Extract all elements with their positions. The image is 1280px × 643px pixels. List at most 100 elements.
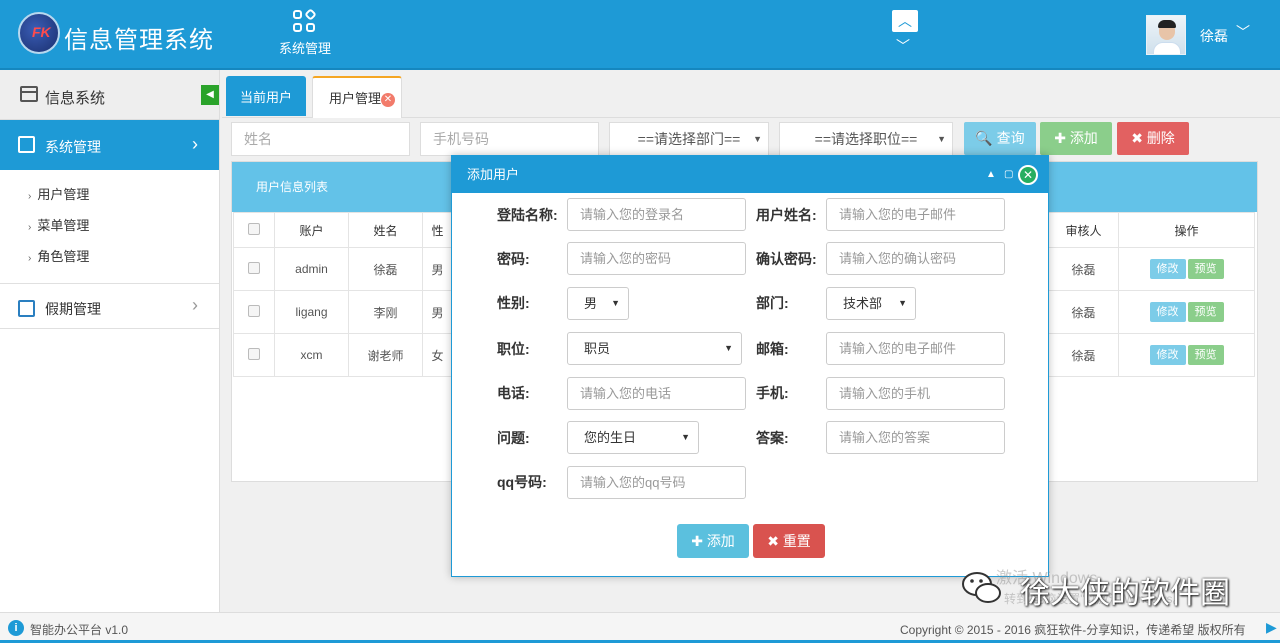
top-header: FK 信息管理系统 系统管理 ︿ ﹀ 徐磊 ﹀: [0, 0, 1280, 70]
top-nav-system[interactable]: 系统管理: [270, 8, 340, 57]
close-icon[interactable]: ✕: [381, 93, 395, 107]
edit-button[interactable]: 修改: [1149, 345, 1186, 365]
top-nav-label: 系统管理: [278, 41, 331, 56]
question-select[interactable]: 您的生日 ▼: [567, 421, 699, 454]
position-label: 职位:: [497, 341, 530, 357]
answer-field[interactable]: 请输入您的答案: [826, 421, 1005, 454]
brand-watermark: 徐大侠的软件圈: [1020, 577, 1230, 610]
caret-right-icon[interactable]: ▶: [1266, 619, 1277, 636]
qq-label: qq号码:: [497, 474, 547, 490]
cell-account: xcm: [274, 333, 349, 377]
chevron-up-icon[interactable]: ︿: [892, 10, 918, 32]
name-search-input[interactable]: 姓名: [231, 122, 410, 156]
preview-button[interactable]: 预览: [1187, 302, 1224, 322]
position-select[interactable]: ==请选择职位== ▼: [779, 122, 953, 156]
preview-button[interactable]: 预览: [1187, 259, 1224, 279]
gender-label: 性别:: [497, 295, 530, 311]
row-checkbox[interactable]: [233, 290, 275, 334]
plus-icon: ✚: [691, 533, 703, 549]
sidebar-item-users[interactable]: › 用户管理: [0, 182, 219, 213]
dialog-add-label: 添加: [706, 533, 735, 549]
tab-current-user[interactable]: 当前用户: [226, 76, 306, 116]
edit-icon: [18, 300, 35, 317]
sidebar-item-label: 假期管理: [45, 301, 101, 317]
select-value: ==请选择职位==: [814, 131, 918, 147]
question-label: 问题:: [497, 430, 530, 446]
department-select[interactable]: ==请选择部门== ▼: [609, 122, 769, 156]
copyright-text: Copyright © 2015 - 2016 疯狂软件-分享知识，传递希望 版…: [900, 623, 1246, 637]
add-button[interactable]: ✚ 添加: [1040, 122, 1112, 155]
cell-name: 李刚: [348, 290, 423, 334]
email-field[interactable]: 请输入您的电子邮件: [826, 332, 1005, 365]
sidebar-toggle-icon[interactable]: ◀: [201, 85, 219, 105]
tab-user-management[interactable]: 用户管理 ✕: [312, 76, 402, 118]
info-icon: i: [8, 620, 24, 636]
app-logo: FK: [18, 12, 60, 54]
login-label: 登陆名称:: [497, 207, 558, 223]
phone-label: 电话:: [497, 385, 530, 401]
sub-item-label: 用户管理: [37, 187, 90, 202]
query-label: 查询: [996, 130, 1025, 146]
department-field-select[interactable]: 技术部 ▼: [826, 287, 916, 320]
chevron-down-icon[interactable]: ﹀: [896, 36, 910, 56]
select-value: 技术部: [843, 296, 883, 311]
select-value: 职员: [584, 341, 611, 356]
realname-field[interactable]: 请输入您的电子邮件: [826, 198, 1005, 231]
tab-bar: 当前用户 用户管理 ✕: [222, 70, 1280, 118]
delete-button[interactable]: ✖ 删除: [1117, 122, 1189, 155]
sidebar: 信息系统 ◀ 系统管理 › › 用户管理 › 菜单管理 › 角色管理 假期管理 ›: [0, 70, 220, 612]
grid-icon: [293, 8, 317, 34]
query-button[interactable]: 🔍 查询: [964, 122, 1036, 155]
cell-actions: 修改 预览: [1118, 333, 1255, 377]
edit-button[interactable]: 修改: [1149, 302, 1186, 322]
sub-item-label: 菜单管理: [37, 218, 90, 233]
select-value: 您的生日: [584, 430, 637, 445]
qq-field[interactable]: 请输入您的qq号码: [567, 466, 746, 499]
cell-account: ligang: [274, 290, 349, 334]
minimize-icon[interactable]: ▲: [986, 156, 996, 193]
edit-button[interactable]: 修改: [1149, 259, 1186, 279]
cell-name: 谢老师: [348, 333, 423, 377]
login-name-field[interactable]: 请输入您的登录名: [567, 198, 746, 231]
sidebar-item-menus[interactable]: › 菜单管理: [0, 213, 219, 244]
realname-label: 用户姓名:: [756, 207, 817, 223]
cell-actions: 修改 预览: [1118, 247, 1255, 291]
position-field-select[interactable]: 职员 ▼: [567, 332, 742, 365]
dialog-add-button[interactable]: ✚ 添加: [677, 524, 749, 558]
mobile-field[interactable]: 请输入您的手机: [826, 377, 1005, 410]
password-label: 密码:: [497, 251, 530, 267]
confirm-password-field[interactable]: 请输入您的确认密码: [826, 242, 1005, 275]
sidebar-item-roles[interactable]: › 角色管理: [0, 244, 219, 275]
phone-field[interactable]: 请输入您的电话: [567, 377, 746, 410]
select-all-checkbox[interactable]: [233, 212, 275, 248]
answer-label: 答案:: [756, 430, 789, 446]
edit-icon: [18, 136, 35, 153]
cell-gender: 男: [422, 247, 453, 291]
sidebar-item-system[interactable]: 系统管理 ›: [0, 120, 219, 170]
calendar-icon: [20, 86, 38, 102]
user-menu-chevron-icon[interactable]: ﹀: [1236, 22, 1250, 42]
username[interactable]: 徐磊: [1200, 26, 1228, 46]
col-header: 账户: [274, 212, 349, 248]
email-label: 邮箱:: [756, 341, 789, 357]
cell-reviewer: 徐磊: [1048, 247, 1119, 291]
gender-select[interactable]: 男 ▼: [567, 287, 629, 320]
col-header: 操作: [1118, 212, 1255, 248]
cell-reviewer: 徐磊: [1048, 333, 1119, 377]
col-header: 审核人: [1048, 212, 1119, 248]
close-icon[interactable]: ✕: [1018, 165, 1038, 185]
preview-button[interactable]: 预览: [1187, 345, 1224, 365]
row-checkbox[interactable]: [233, 333, 275, 377]
reset-button[interactable]: ✖ 重置: [753, 524, 825, 558]
row-checkbox[interactable]: [233, 247, 275, 291]
wechat-icon: [962, 572, 1001, 603]
select-value: ==请选择部门==: [637, 131, 741, 147]
submenu: › 用户管理 › 菜单管理 › 角色管理: [0, 170, 219, 283]
sidebar-item-holiday[interactable]: 假期管理 ›: [0, 283, 219, 329]
cell-reviewer: 徐磊: [1048, 290, 1119, 334]
password-field[interactable]: 请输入您的密码: [567, 242, 746, 275]
phone-search-input[interactable]: 手机号码: [420, 122, 599, 156]
maximize-icon[interactable]: ▢: [1004, 156, 1013, 193]
avatar[interactable]: [1146, 15, 1186, 55]
select-value: 男: [584, 296, 598, 311]
